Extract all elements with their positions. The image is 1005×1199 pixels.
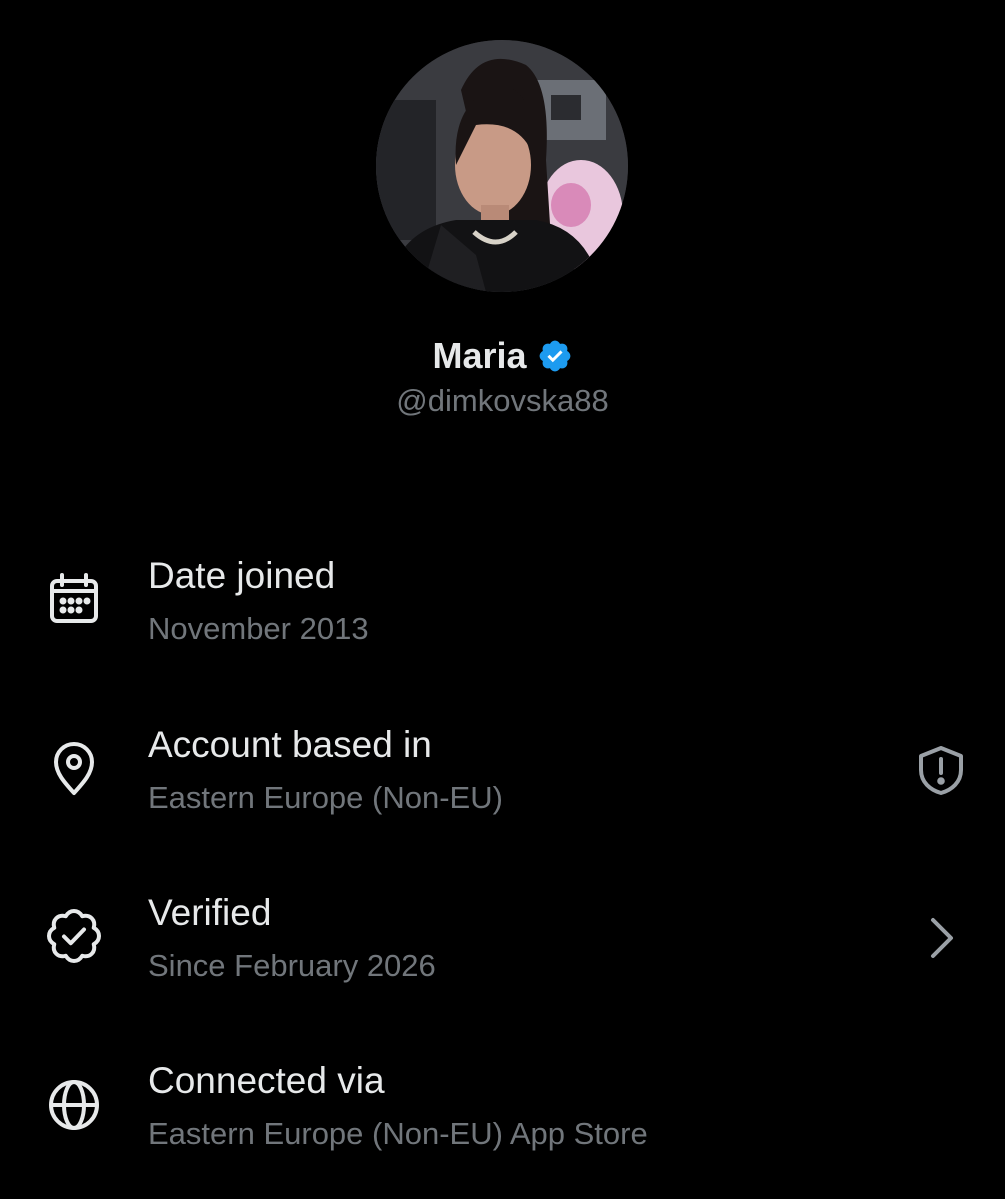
profile-handle: @dimkovska88: [396, 383, 609, 418]
location-pin-icon: [44, 738, 104, 798]
calendar-icon: [44, 569, 104, 629]
avatar-photo: [376, 40, 628, 292]
verified-badge-icon[interactable]: [537, 338, 573, 374]
detail-row-date-joined: Date joined November 2013: [0, 553, 1005, 683]
verified-seal-icon: [44, 906, 104, 966]
globe-icon: [44, 1074, 104, 1134]
detail-value: Since February 2026: [148, 948, 436, 983]
shield-alert-icon[interactable]: [913, 742, 969, 798]
profile-name-row: Maria: [0, 334, 1005, 378]
detail-value: November 2013: [148, 611, 369, 646]
detail-row-connected-via: Connected via Eastern Europe (Non-EU) Ap…: [0, 1058, 1005, 1188]
profile-avatar[interactable]: [376, 40, 628, 292]
detail-title: Connected via: [148, 1060, 385, 1101]
chevron-right-icon[interactable]: [913, 910, 969, 966]
detail-title: Date joined: [148, 555, 336, 596]
display-name: Maria: [432, 335, 527, 376]
detail-title: Account based in: [148, 724, 432, 765]
detail-value: Eastern Europe (Non-EU): [148, 780, 503, 815]
detail-value: Eastern Europe (Non-EU) App Store: [148, 1116, 648, 1151]
detail-title: Verified: [148, 892, 272, 933]
detail-row-account-based-in: Account based in Eastern Europe (Non-EU): [0, 722, 1005, 852]
detail-row-verified[interactable]: Verified Since February 2026: [0, 890, 1005, 1020]
